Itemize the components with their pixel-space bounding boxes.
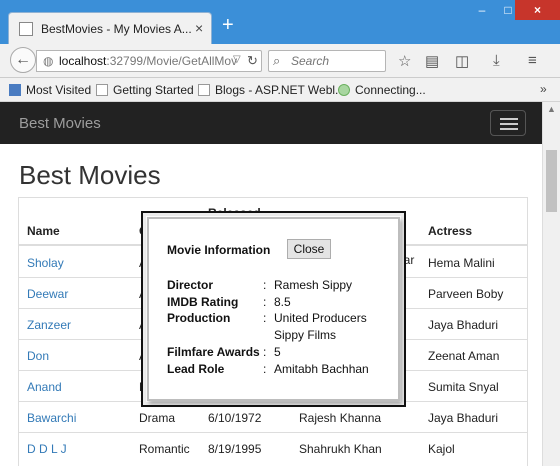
movie-info-panel: Movie Information Close Director : Rames…: [147, 217, 400, 401]
field-label-lead-role: Lead Role: [167, 362, 225, 376]
cell-actor: Shahrukh Khan: [299, 442, 382, 456]
cell-actress: Hema Malini: [428, 256, 495, 270]
field-separator: :: [263, 362, 267, 376]
cell-genre: Drama: [139, 411, 176, 425]
cell-actress: Zeenat Aman: [428, 349, 500, 363]
bookmark-blogs[interactable]: Blogs - ASP.NET Webl...: [198, 83, 345, 97]
column-header-name: Name: [27, 224, 60, 238]
field-separator: :: [263, 278, 267, 292]
cell-actress: Sumita Snyal: [428, 380, 499, 394]
row-divider: [19, 432, 527, 433]
back-button[interactable]: ←: [10, 47, 36, 73]
movie-link[interactable]: Sholay: [27, 256, 64, 270]
cell-actress: Parveen Boby: [428, 287, 504, 301]
page-icon: [96, 84, 108, 96]
bookmarks-toolbar: Most Visited Getting Started Blogs - ASP…: [0, 78, 560, 102]
menu-icon[interactable]: ≡: [528, 52, 537, 69]
app-navbar: Best Movies: [0, 102, 542, 144]
bookmark-getting-started[interactable]: Getting Started: [96, 83, 194, 97]
reload-icon[interactable]: ↻: [247, 53, 258, 69]
tab-title: BestMovies - My Movies A...: [41, 22, 191, 36]
field-value-production: United Producers: [274, 311, 367, 325]
tab-close-icon[interactable]: ×: [195, 20, 203, 36]
globe-icon: ◍: [43, 54, 54, 68]
cell-actress: Jaya Bhaduri: [428, 411, 499, 425]
field-value-lead-role: Amitabh Bachhan: [274, 362, 369, 376]
bookmarks-overflow-icon[interactable]: »: [540, 82, 547, 96]
movie-info-dialog: Movie Information Close Director : Rames…: [141, 211, 406, 407]
star-icon[interactable]: ☆: [398, 52, 411, 70]
folder-icon: [9, 84, 21, 96]
field-value-director: Ramesh Sippy: [274, 278, 353, 292]
cell-actress: Kajol: [428, 442, 455, 456]
movie-link[interactable]: Deewar: [27, 287, 68, 301]
column-header-actress: Actress: [428, 224, 473, 238]
page-icon: [198, 84, 210, 96]
movie-link[interactable]: D D L J: [27, 442, 67, 456]
url-text: localhost:32799/Movie/GetAllMov: [59, 54, 238, 68]
field-label-filmfare-awards: Filmfare Awards: [167, 345, 260, 359]
movie-link[interactable]: Bawarchi: [27, 411, 76, 425]
scrollbar-thumb[interactable]: [546, 150, 557, 212]
browser-tab[interactable]: BestMovies - My Movies A... ×: [8, 12, 212, 44]
cell-actress: Jaya Bhaduri: [428, 318, 499, 332]
browser-navbar: ◍ localhost:32799/Movie/GetAllMov ▽ ↻ ← …: [0, 44, 560, 78]
field-label-production: Production: [167, 311, 231, 325]
pocket-icon[interactable]: ◫: [455, 52, 469, 70]
field-separator: :: [263, 311, 267, 325]
loading-icon: [338, 84, 350, 96]
cell-actor: Rajesh Khanna: [299, 411, 382, 425]
search-input[interactable]: [291, 54, 381, 68]
url-dropdown-icon[interactable]: ▽: [233, 54, 241, 65]
field-value-imdb-rating: 8.5: [274, 295, 291, 309]
search-bar[interactable]: ⌕: [268, 50, 386, 72]
close-button[interactable]: Close: [287, 239, 331, 259]
cell-released: 6/10/1972: [208, 411, 262, 425]
field-separator: :: [263, 295, 267, 309]
page-scrollbar[interactable]: ▲: [542, 102, 560, 466]
movie-link[interactable]: Don: [27, 349, 49, 363]
movie-link[interactable]: Anand: [27, 380, 62, 394]
download-icon[interactable]: ⤓: [493, 52, 500, 69]
navbar-toggle-button[interactable]: [490, 110, 526, 136]
minimize-button[interactable]: –: [469, 0, 495, 20]
cell-genre: Romantic: [139, 442, 190, 456]
url-bar[interactable]: ◍ localhost:32799/Movie/GetAllMov ▽ ↻: [36, 50, 262, 72]
bookmark-most-visited[interactable]: Most Visited: [9, 83, 91, 97]
reading-list-icon[interactable]: ▤: [425, 52, 439, 70]
field-label-imdb-rating: IMDB Rating: [167, 295, 239, 309]
field-value-filmfare-awards: 5: [274, 345, 281, 359]
navbar-brand[interactable]: Best Movies: [19, 115, 101, 132]
scroll-up-icon[interactable]: ▲: [547, 104, 556, 114]
page-favicon-icon: [19, 22, 33, 36]
field-value-production: Sippy Films: [274, 328, 337, 342]
browser-titlebar: BestMovies - My Movies A... × + – □ ×: [0, 0, 560, 44]
close-window-button[interactable]: ×: [515, 0, 560, 20]
field-separator: :: [263, 345, 267, 359]
field-label-director: Director: [167, 278, 214, 292]
bookmark-connecting[interactable]: Connecting...: [338, 83, 426, 97]
new-tab-button[interactable]: +: [222, 14, 234, 37]
search-icon: ⌕: [273, 53, 281, 68]
cell-released: 8/19/1995: [208, 442, 262, 456]
dialog-title: Movie Information: [167, 243, 271, 257]
page-title: Best Movies: [19, 160, 161, 190]
movie-link[interactable]: Zanzeer: [27, 318, 71, 332]
